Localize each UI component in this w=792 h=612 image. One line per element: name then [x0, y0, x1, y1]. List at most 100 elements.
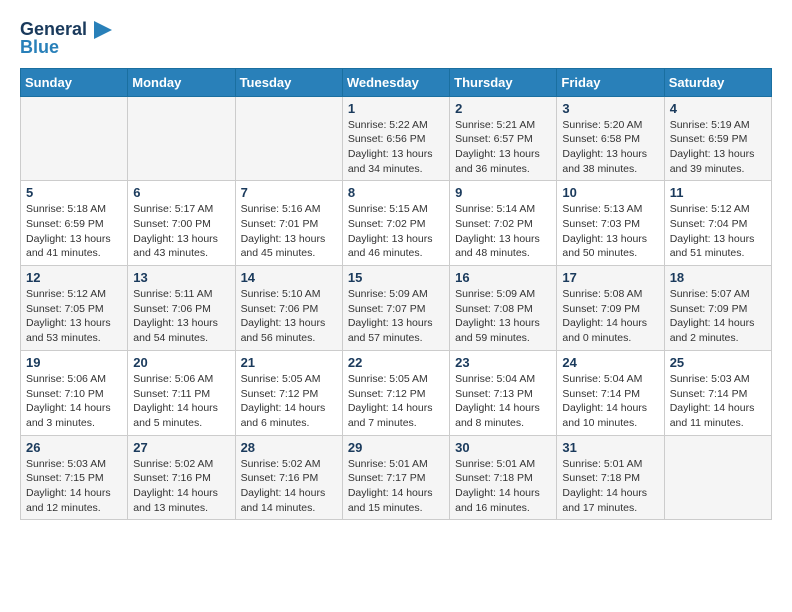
day-info: Sunrise: 5:22 AM Sunset: 6:56 PM Dayligh…: [348, 118, 444, 177]
day-number: 7: [241, 185, 337, 200]
day-info: Sunrise: 5:06 AM Sunset: 7:10 PM Dayligh…: [26, 372, 122, 431]
day-info: Sunrise: 5:02 AM Sunset: 7:16 PM Dayligh…: [241, 457, 337, 516]
day-number: 26: [26, 440, 122, 455]
day-number: 30: [455, 440, 551, 455]
weekday-header-sunday: Sunday: [21, 68, 128, 96]
day-number: 21: [241, 355, 337, 370]
day-number: 5: [26, 185, 122, 200]
calendar-week-row: 12 Sunrise: 5:12 AM Sunset: 7:05 PM Dayli…: [21, 266, 772, 351]
weekday-header-row: SundayMondayTuesdayWednesdayThursdayFrid…: [21, 68, 772, 96]
calendar-cell: 23 Sunrise: 5:04 AM Sunset: 7:13 PM Dayli…: [450, 350, 557, 435]
day-number: 31: [562, 440, 658, 455]
calendar-cell: 8Sunrise: 5:15 AM Sunset: 7:02 PM Daylig…: [342, 181, 449, 266]
day-info: Sunrise: 5:08 AM Sunset: 7:09 PM Dayligh…: [562, 287, 658, 346]
day-number: 25: [670, 355, 766, 370]
calendar-cell: 15 Sunrise: 5:09 AM Sunset: 7:07 PM Dayli…: [342, 266, 449, 351]
calendar-cell: 1 Sunrise: 5:22 AM Sunset: 6:56 PM Daylig…: [342, 96, 449, 181]
calendar-cell: 16 Sunrise: 5:09 AM Sunset: 7:08 PM Dayli…: [450, 266, 557, 351]
calendar-cell: 18Sunrise: 5:07 AM Sunset: 7:09 PM Dayli…: [664, 266, 771, 351]
day-number: 13: [133, 270, 229, 285]
weekday-header-tuesday: Tuesday: [235, 68, 342, 96]
day-number: 10: [562, 185, 658, 200]
day-info: Sunrise: 5:03 AM Sunset: 7:15 PM Dayligh…: [26, 457, 122, 516]
day-number: 14: [241, 270, 337, 285]
calendar-cell: [128, 96, 235, 181]
calendar-week-row: 5 Sunrise: 5:18 AM Sunset: 6:59 PM Daylig…: [21, 181, 772, 266]
day-info: Sunrise: 5:01 AM Sunset: 7:18 PM Dayligh…: [562, 457, 658, 516]
day-info: Sunrise: 5:03 AM Sunset: 7:14 PM Dayligh…: [670, 372, 766, 431]
calendar-cell: 24 Sunrise: 5:04 AM Sunset: 7:14 PM Dayli…: [557, 350, 664, 435]
day-info: Sunrise: 5:05 AM Sunset: 7:12 PM Dayligh…: [348, 372, 444, 431]
day-info: Sunrise: 5:12 AM Sunset: 7:04 PM Dayligh…: [670, 202, 766, 261]
calendar-cell: 31 Sunrise: 5:01 AM Sunset: 7:18 PM Dayli…: [557, 435, 664, 520]
calendar-cell: 14 Sunrise: 5:10 AM Sunset: 7:06 PM Dayli…: [235, 266, 342, 351]
calendar-cell: 4 Sunrise: 5:19 AM Sunset: 6:59 PM Daylig…: [664, 96, 771, 181]
day-info: Sunrise: 5:09 AM Sunset: 7:08 PM Dayligh…: [455, 287, 551, 346]
calendar-cell: 25 Sunrise: 5:03 AM Sunset: 7:14 PM Dayli…: [664, 350, 771, 435]
calendar-cell: 20 Sunrise: 5:06 AM Sunset: 7:11 PM Dayli…: [128, 350, 235, 435]
day-info: Sunrise: 5:20 AM Sunset: 6:58 PM Dayligh…: [562, 118, 658, 177]
day-number: 29: [348, 440, 444, 455]
day-info: Sunrise: 5:17 AM Sunset: 7:00 PM Dayligh…: [133, 202, 229, 261]
weekday-header-thursday: Thursday: [450, 68, 557, 96]
calendar-cell: [21, 96, 128, 181]
calendar-cell: 26 Sunrise: 5:03 AM Sunset: 7:15 PM Dayli…: [21, 435, 128, 520]
calendar-cell: 2 Sunrise: 5:21 AM Sunset: 6:57 PM Daylig…: [450, 96, 557, 181]
day-number: 27: [133, 440, 229, 455]
day-number: 23: [455, 355, 551, 370]
day-number: 28: [241, 440, 337, 455]
day-info: Sunrise: 5:13 AM Sunset: 7:03 PM Dayligh…: [562, 202, 658, 261]
calendar-cell: 3Sunrise: 5:20 AM Sunset: 6:58 PM Daylig…: [557, 96, 664, 181]
day-info: Sunrise: 5:04 AM Sunset: 7:13 PM Dayligh…: [455, 372, 551, 431]
calendar-cell: 28 Sunrise: 5:02 AM Sunset: 7:16 PM Dayli…: [235, 435, 342, 520]
day-number: 22: [348, 355, 444, 370]
day-number: 2: [455, 101, 551, 116]
calendar-cell: 19 Sunrise: 5:06 AM Sunset: 7:10 PM Dayli…: [21, 350, 128, 435]
logo-text: General Blue: [20, 20, 112, 58]
day-info: Sunrise: 5:02 AM Sunset: 7:16 PM Dayligh…: [133, 457, 229, 516]
calendar-cell: 10 Sunrise: 5:13 AM Sunset: 7:03 PM Dayli…: [557, 181, 664, 266]
day-info: Sunrise: 5:10 AM Sunset: 7:06 PM Dayligh…: [241, 287, 337, 346]
calendar-cell: [664, 435, 771, 520]
weekday-header-wednesday: Wednesday: [342, 68, 449, 96]
calendar-cell: 22 Sunrise: 5:05 AM Sunset: 7:12 PM Dayli…: [342, 350, 449, 435]
calendar-cell: 29 Sunrise: 5:01 AM Sunset: 7:17 PM Dayli…: [342, 435, 449, 520]
calendar-cell: 21 Sunrise: 5:05 AM Sunset: 7:12 PM Dayli…: [235, 350, 342, 435]
day-number: 19: [26, 355, 122, 370]
day-number: 24: [562, 355, 658, 370]
day-info: Sunrise: 5:04 AM Sunset: 7:14 PM Dayligh…: [562, 372, 658, 431]
day-info: Sunrise: 5:12 AM Sunset: 7:05 PM Dayligh…: [26, 287, 122, 346]
day-info: Sunrise: 5:14 AM Sunset: 7:02 PM Dayligh…: [455, 202, 551, 261]
day-info: Sunrise: 5:11 AM Sunset: 7:06 PM Dayligh…: [133, 287, 229, 346]
weekday-header-saturday: Saturday: [664, 68, 771, 96]
day-number: 20: [133, 355, 229, 370]
day-info: Sunrise: 5:07 AM Sunset: 7:09 PM Dayligh…: [670, 287, 766, 346]
calendar-cell: 5 Sunrise: 5:18 AM Sunset: 6:59 PM Daylig…: [21, 181, 128, 266]
day-number: 1: [348, 101, 444, 116]
day-number: 9: [455, 185, 551, 200]
logo-triangle-icon: [94, 21, 112, 39]
day-number: 17: [562, 270, 658, 285]
calendar-cell: 11Sunrise: 5:12 AM Sunset: 7:04 PM Dayli…: [664, 181, 771, 266]
day-info: Sunrise: 5:09 AM Sunset: 7:07 PM Dayligh…: [348, 287, 444, 346]
day-info: Sunrise: 5:01 AM Sunset: 7:18 PM Dayligh…: [455, 457, 551, 516]
day-info: Sunrise: 5:19 AM Sunset: 6:59 PM Dayligh…: [670, 118, 766, 177]
day-number: 12: [26, 270, 122, 285]
day-number: 15: [348, 270, 444, 285]
calendar-table: SundayMondayTuesdayWednesdayThursdayFrid…: [20, 68, 772, 521]
day-number: 8: [348, 185, 444, 200]
day-info: Sunrise: 5:18 AM Sunset: 6:59 PM Dayligh…: [26, 202, 122, 261]
day-info: Sunrise: 5:06 AM Sunset: 7:11 PM Dayligh…: [133, 372, 229, 431]
day-info: Sunrise: 5:05 AM Sunset: 7:12 PM Dayligh…: [241, 372, 337, 431]
calendar-week-row: 1 Sunrise: 5:22 AM Sunset: 6:56 PM Daylig…: [21, 96, 772, 181]
calendar-cell: 13 Sunrise: 5:11 AM Sunset: 7:06 PM Dayli…: [128, 266, 235, 351]
calendar-week-row: 19 Sunrise: 5:06 AM Sunset: 7:10 PM Dayli…: [21, 350, 772, 435]
calendar-cell: 17 Sunrise: 5:08 AM Sunset: 7:09 PM Dayli…: [557, 266, 664, 351]
day-info: Sunrise: 5:01 AM Sunset: 7:17 PM Dayligh…: [348, 457, 444, 516]
day-number: 4: [670, 101, 766, 116]
day-number: 16: [455, 270, 551, 285]
day-info: Sunrise: 5:21 AM Sunset: 6:57 PM Dayligh…: [455, 118, 551, 177]
day-info: Sunrise: 5:16 AM Sunset: 7:01 PM Dayligh…: [241, 202, 337, 261]
page-header: General Blue: [20, 20, 772, 58]
calendar-week-row: 26 Sunrise: 5:03 AM Sunset: 7:15 PM Dayli…: [21, 435, 772, 520]
